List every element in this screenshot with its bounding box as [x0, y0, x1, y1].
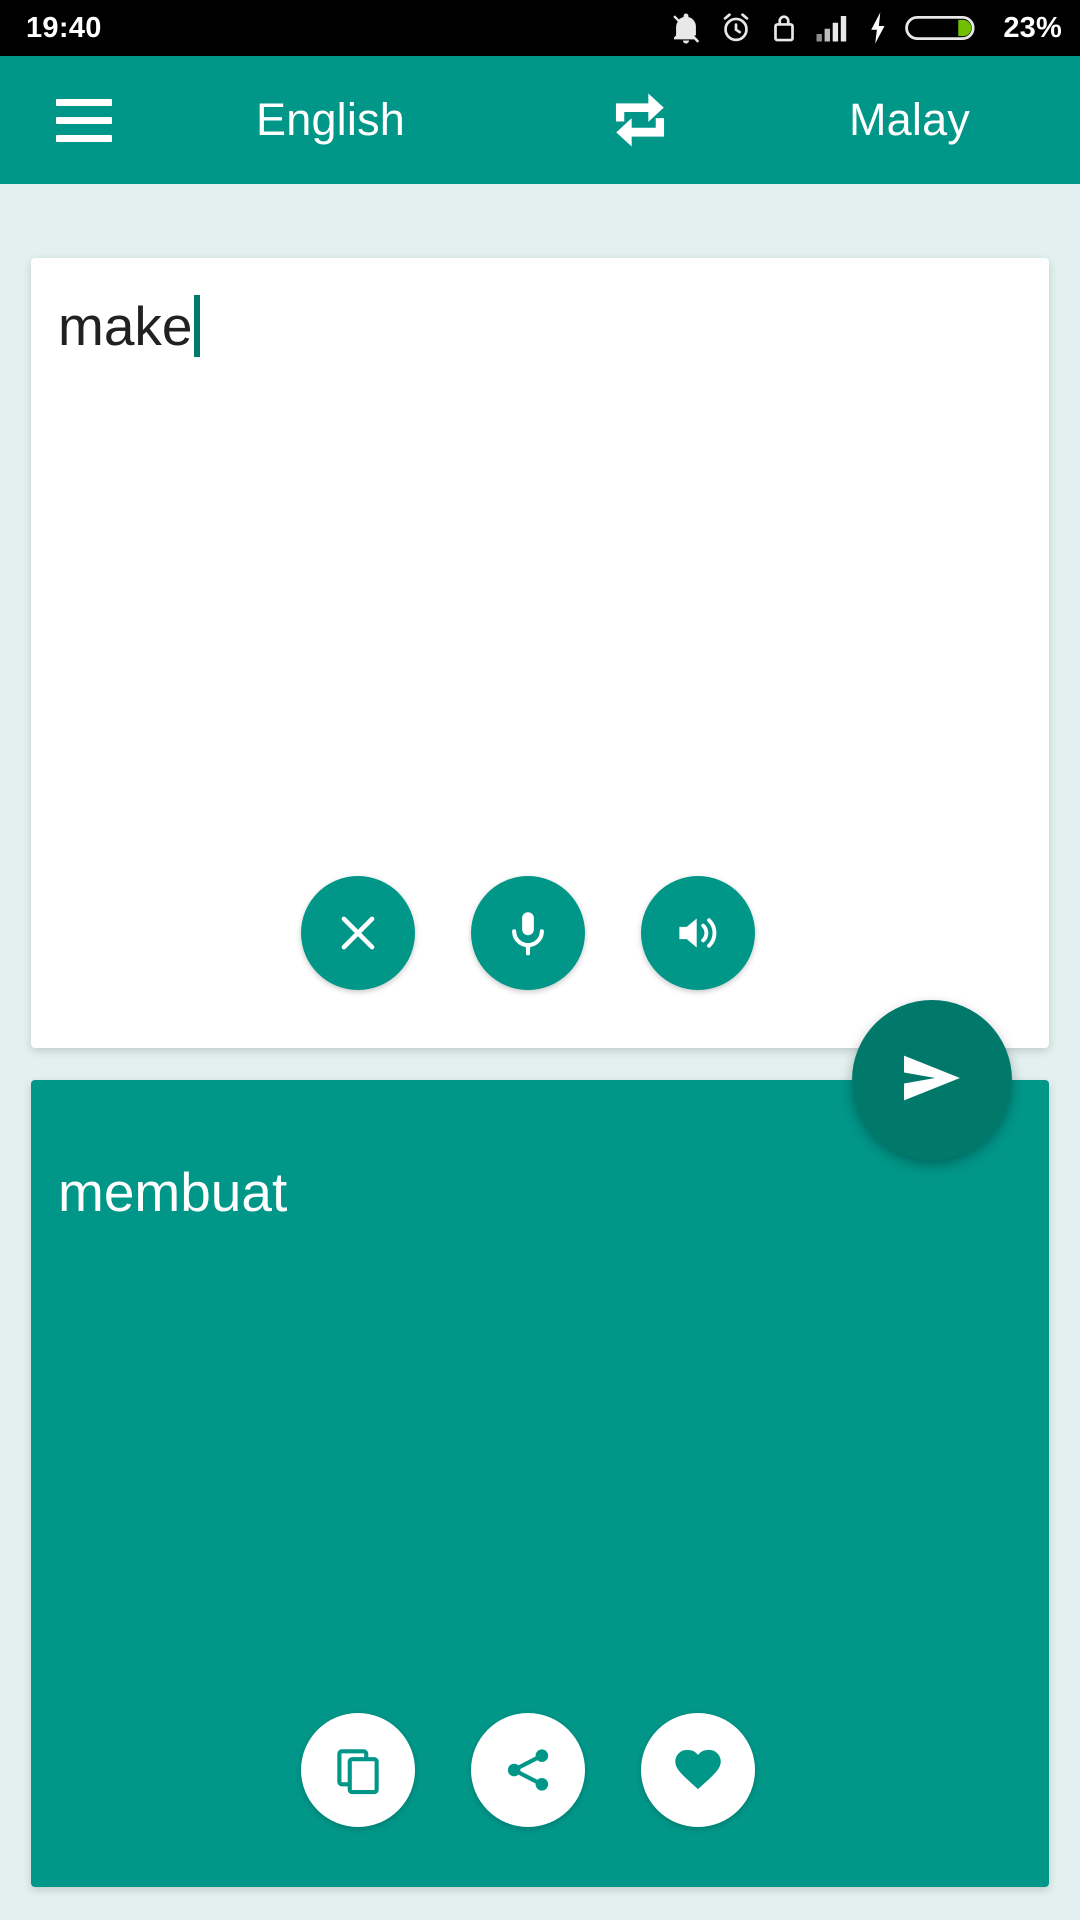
- result-actions-row: [31, 1713, 1049, 1827]
- heart-icon: [672, 1744, 724, 1796]
- source-actions-row: [31, 876, 1049, 990]
- menu-line-1: [56, 98, 112, 106]
- app-bar: English Malay: [0, 56, 1080, 184]
- app-screen: 19:40 23% English Malay make membuat: [0, 0, 1080, 1920]
- charging-bolt-icon: [867, 11, 889, 45]
- status-bar: 19:40 23%: [0, 0, 1080, 56]
- clear-button[interactable]: [301, 876, 415, 990]
- share-icon: [502, 1744, 554, 1796]
- close-icon: [332, 907, 384, 959]
- menu-line-3: [56, 134, 112, 142]
- share-button[interactable]: [471, 1713, 585, 1827]
- copy-button[interactable]: [301, 1713, 415, 1827]
- microphone-icon: [502, 907, 554, 959]
- signal-icon: [815, 13, 851, 43]
- status-clock: 19:40: [26, 11, 102, 44]
- send-icon: [893, 1039, 971, 1122]
- alarm-icon: [719, 11, 753, 45]
- battery-percent-label: 23%: [1003, 11, 1062, 44]
- lock-icon: [769, 11, 799, 45]
- target-language-selector[interactable]: Malay: [849, 94, 970, 146]
- notifications-off-icon: [669, 11, 703, 45]
- source-text-value: make: [58, 295, 193, 357]
- text-cursor: [193, 295, 200, 357]
- hamburger-menu-icon[interactable]: [36, 56, 132, 184]
- source-text-card: make: [31, 258, 1049, 1048]
- translated-text-value: membuat: [58, 1161, 288, 1223]
- copy-icon: [332, 1744, 384, 1796]
- status-icon-tray: 23%: [669, 11, 1062, 45]
- swap-languages-icon[interactable]: [595, 75, 685, 165]
- translation-result-card: membuat: [31, 1080, 1049, 1887]
- volume-up-icon: [672, 907, 724, 959]
- source-language-selector[interactable]: English: [256, 94, 405, 146]
- menu-line-2: [56, 116, 112, 124]
- favorite-button[interactable]: [641, 1713, 755, 1827]
- microphone-button[interactable]: [471, 876, 585, 990]
- listen-button[interactable]: [641, 876, 755, 990]
- source-text-input[interactable]: make: [58, 292, 1022, 361]
- battery-icon: [905, 11, 979, 45]
- send-button[interactable]: [852, 1000, 1012, 1160]
